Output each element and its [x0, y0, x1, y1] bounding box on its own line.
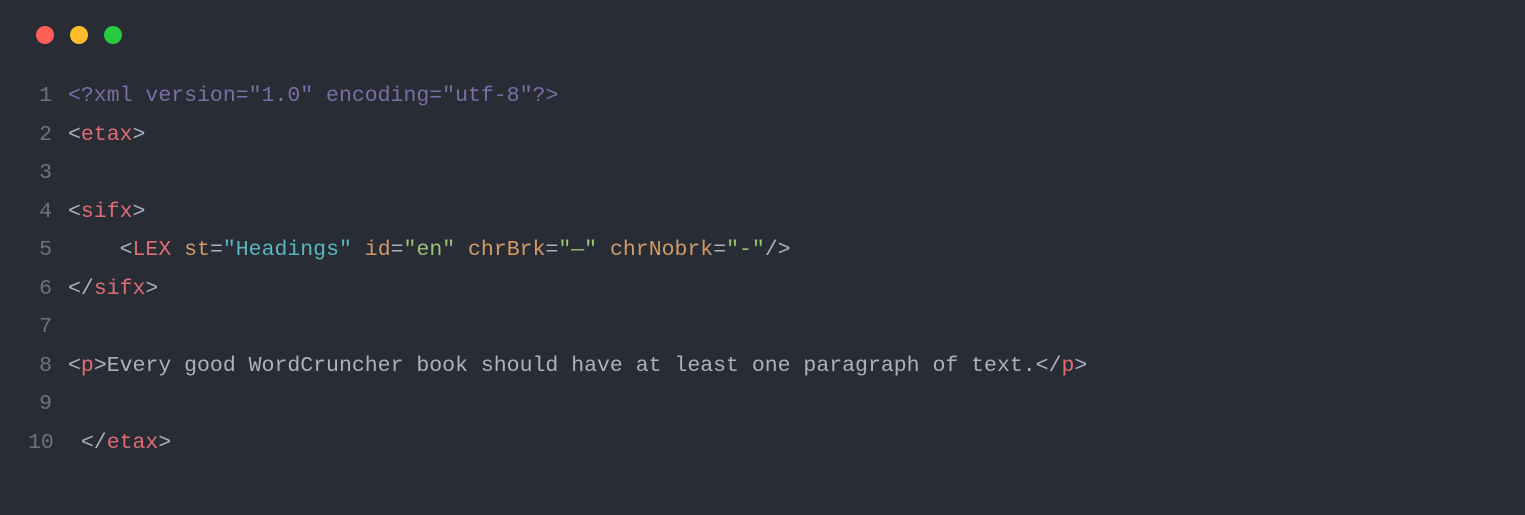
token: p — [81, 354, 94, 378]
line-number: 7 — [28, 311, 68, 343]
token: sifx — [94, 277, 146, 301]
token: > — [145, 277, 158, 301]
token: /> — [765, 238, 791, 262]
token — [171, 238, 184, 262]
code-content[interactable]: </etax> — [68, 427, 171, 459]
token: = — [391, 238, 404, 262]
token: etax — [107, 431, 159, 455]
code-content[interactable]: <LEX st="Headings" id="en" chrBrk="—" ch… — [68, 234, 791, 266]
code-line[interactable]: 5 <LEX st="Headings" id="en" chrBrk="—" … — [28, 234, 1497, 273]
close-icon[interactable] — [36, 26, 54, 44]
token — [68, 238, 120, 262]
token: "Headings" — [223, 238, 352, 262]
code-area[interactable]: 1<?xml version="1.0" encoding="utf-8"?>2… — [28, 80, 1497, 465]
token: < — [120, 238, 133, 262]
token — [68, 431, 81, 455]
line-number: 10 — [28, 427, 68, 459]
token: "en" — [404, 238, 456, 262]
code-line[interactable]: 2<etax> — [28, 119, 1497, 158]
token: > — [158, 431, 171, 455]
line-number: 1 — [28, 80, 68, 112]
code-content[interactable]: </sifx> — [68, 273, 158, 305]
token: < — [68, 200, 81, 224]
token: chrBrk — [468, 238, 545, 262]
token: = — [545, 238, 558, 262]
token: </ — [1036, 354, 1062, 378]
code-line[interactable]: 3 — [28, 157, 1497, 196]
token: > — [133, 200, 146, 224]
code-line[interactable]: 1<?xml version="1.0" encoding="utf-8"?> — [28, 80, 1497, 119]
code-line[interactable]: 4<sifx> — [28, 196, 1497, 235]
code-content[interactable]: <sifx> — [68, 196, 145, 228]
token: etax — [81, 123, 133, 147]
line-number: 9 — [28, 388, 68, 420]
token: id — [365, 238, 391, 262]
code-line[interactable]: 9 — [28, 388, 1497, 427]
token: p — [1061, 354, 1074, 378]
code-line[interactable]: 7 — [28, 311, 1497, 350]
token: < — [68, 354, 81, 378]
line-number: 3 — [28, 157, 68, 189]
code-line[interactable]: 10 </etax> — [28, 427, 1497, 466]
token: < — [68, 123, 81, 147]
token — [455, 238, 468, 262]
token — [597, 238, 610, 262]
token — [352, 238, 365, 262]
line-number: 8 — [28, 350, 68, 382]
token: = — [713, 238, 726, 262]
token: st — [184, 238, 210, 262]
token: = — [210, 238, 223, 262]
token: Every good WordCruncher book should have… — [107, 354, 1036, 378]
token: "—" — [558, 238, 597, 262]
window-controls — [36, 26, 1497, 44]
code-line[interactable]: 6</sifx> — [28, 273, 1497, 312]
token: > — [94, 354, 107, 378]
code-content[interactable]: <p>Every good WordCruncher book should h… — [68, 350, 1087, 382]
line-number: 2 — [28, 119, 68, 151]
token: chrNobrk — [610, 238, 713, 262]
token: > — [1074, 354, 1087, 378]
code-line[interactable]: 8<p>Every good WordCruncher book should … — [28, 350, 1497, 389]
token: sifx — [81, 200, 133, 224]
token: LEX — [133, 238, 172, 262]
token: "-" — [726, 238, 765, 262]
token: </ — [68, 277, 94, 301]
code-content[interactable]: <?xml version="1.0" encoding="utf-8"?> — [68, 80, 558, 112]
code-content[interactable]: <etax> — [68, 119, 145, 151]
zoom-icon[interactable] — [104, 26, 122, 44]
line-number: 5 — [28, 234, 68, 266]
line-number: 6 — [28, 273, 68, 305]
token: </ — [81, 431, 107, 455]
token: > — [133, 123, 146, 147]
token: <?xml version="1.0" encoding="utf-8"?> — [68, 84, 558, 108]
line-number: 4 — [28, 196, 68, 228]
editor-window: 1<?xml version="1.0" encoding="utf-8"?>2… — [0, 0, 1525, 515]
minimize-icon[interactable] — [70, 26, 88, 44]
